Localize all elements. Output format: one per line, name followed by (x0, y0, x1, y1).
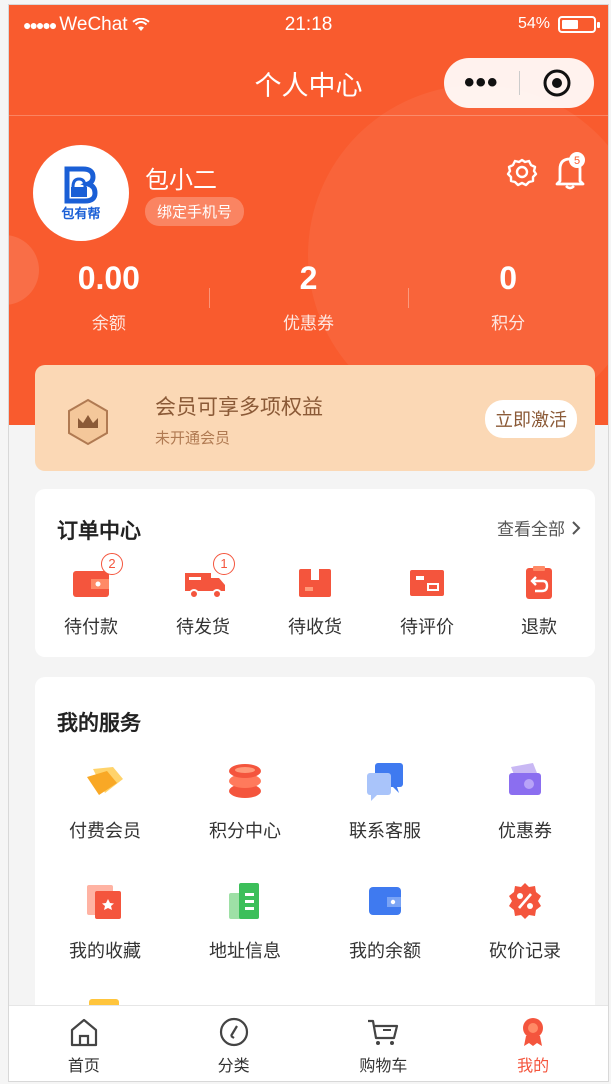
chat-icon (367, 763, 403, 801)
brand-logo-icon (64, 166, 98, 203)
more-button[interactable]: ••• (444, 68, 519, 98)
service-bargain-records[interactable]: 砍价记录 (455, 879, 595, 963)
diamond-icon (87, 767, 123, 795)
membership-title: 会员可享多项权益 (155, 396, 323, 419)
services-title: 我的服务 (57, 712, 141, 735)
refund-icon (526, 566, 552, 599)
service-points-center[interactable]: 积分中心 (175, 759, 315, 843)
stat-value: 2 (299, 260, 318, 296)
order-count-badge: 1 (213, 553, 235, 575)
review-icon (410, 570, 444, 596)
favorite-icon (87, 885, 121, 919)
services-grid: 付费会员 积分中心 联系客服 优惠券 我的收藏 地址信息 我的余额 砍价记录 (35, 759, 595, 963)
service-label: 我的余额 (349, 941, 421, 961)
stat-label: 优惠券 (283, 314, 334, 333)
tab-label: 分类 (217, 1058, 250, 1075)
stat-balance[interactable]: 0.00 余额 (9, 260, 209, 340)
home-icon (70, 1018, 97, 1047)
service-coupons[interactable]: 优惠券 (455, 759, 595, 843)
stat-value: 0 (499, 260, 518, 296)
order-label: 待付款 (64, 617, 118, 637)
see-all-link[interactable]: 查看全部 (497, 515, 581, 540)
mini-program-capsule: ••• (444, 58, 594, 108)
close-button[interactable] (520, 68, 595, 98)
tab-profile[interactable]: 我的 (458, 1006, 608, 1081)
nav-divider (9, 115, 608, 116)
stat-divider (208, 288, 210, 308)
gear-icon (506, 158, 538, 187)
service-label: 我的收藏 (69, 941, 141, 961)
notification-count: 5 (574, 155, 580, 167)
tab-bar: 首页 分类 购物车 我的 (9, 1005, 608, 1081)
service-favorites[interactable]: 我的收藏 (35, 879, 175, 963)
avatar[interactable]: 包有帮 (33, 145, 129, 241)
order-pending-review[interactable]: 待评价 (371, 565, 483, 639)
my-services-card: 我的服务 付费会员 积分中心 联系客服 优惠券 我的收藏 地址信息 我的余额 砍… (35, 677, 595, 1037)
bell-icon: 5 (555, 152, 585, 190)
order-label: 待发货 (176, 617, 230, 637)
cart-icon (368, 1019, 399, 1045)
target-icon (543, 69, 571, 97)
stat-label: 余额 (91, 314, 126, 333)
service-label: 付费会员 (69, 821, 141, 841)
order-label: 待收货 (288, 617, 342, 637)
service-label: 砍价记录 (489, 941, 561, 961)
order-pending-payment[interactable]: 2 待付款 (35, 553, 147, 639)
battery-icon (558, 15, 600, 33)
settings-button[interactable] (505, 155, 539, 194)
order-label: 退款 (521, 617, 557, 637)
username: 包小二 (145, 167, 217, 194)
service-customer-support[interactable]: 联系客服 (315, 759, 455, 843)
tab-label: 我的 (517, 1058, 550, 1075)
tab-category[interactable]: 分类 (159, 1006, 309, 1081)
membership-banner: 会员可享多项权益 未开通会员 立即激活 (35, 365, 595, 471)
stats-row: 0.00 余额 2 优惠券 0 积分 (9, 260, 608, 340)
user-icon (523, 1018, 544, 1046)
see-all-label: 查看全部 (497, 520, 565, 539)
service-label: 联系客服 (349, 821, 421, 841)
membership-subtitle: 未开通会员 (155, 430, 231, 447)
stat-value: 0.00 (77, 260, 140, 296)
address-icon (229, 883, 259, 919)
service-label: 积分中心 (209, 821, 281, 841)
phone-frame: ●●●●● WeChat 21:18 54% 个人中心 ••• 包有帮 包小二 … (8, 4, 609, 1082)
stat-points[interactable]: 0 积分 (408, 260, 608, 340)
crown-badge-icon (63, 397, 113, 452)
chevron-right-icon (572, 520, 581, 535)
package-icon (299, 569, 331, 597)
order-refund[interactable]: 退款 (483, 565, 595, 639)
coins-icon (229, 764, 261, 798)
order-label: 待评价 (400, 617, 454, 637)
notification-button[interactable]: 5 (552, 151, 588, 196)
service-address[interactable]: 地址信息 (175, 879, 315, 963)
stat-divider (408, 288, 410, 308)
stat-coupons[interactable]: 2 优惠券 (208, 260, 409, 340)
service-label: 地址信息 (209, 941, 281, 961)
bind-phone-button[interactable]: 绑定手机号 (145, 197, 245, 226)
tab-cart[interactable]: 购物车 (309, 1006, 459, 1081)
nav-bar: 个人中心 ••• (9, 49, 608, 115)
order-pending-shipment[interactable]: 1 待发货 (147, 553, 259, 639)
profile-header: ●●●●● WeChat 21:18 54% 个人中心 ••• 包有帮 包小二 … (9, 5, 608, 425)
logo-text: 包有帮 (61, 205, 101, 221)
activate-button[interactable]: 立即激活 (485, 400, 577, 438)
order-center-title: 订单中心 (57, 520, 141, 543)
order-pending-receipt[interactable]: 待收货 (259, 565, 371, 639)
battery-percent: 54% (517, 15, 550, 32)
service-balance[interactable]: 我的余额 (315, 879, 455, 963)
tab-home[interactable]: 首页 (9, 1006, 159, 1081)
service-label: 优惠券 (498, 821, 552, 841)
tab-label: 购物车 (359, 1058, 408, 1075)
order-center-card: 订单中心 查看全部 2 待付款 1 待发货 待收货 待评价 退款 (35, 489, 595, 657)
status-bar: ●●●●● WeChat 21:18 54% (9, 5, 608, 45)
order-count-badge: 2 (101, 553, 123, 575)
discount-icon (509, 883, 541, 919)
order-status-row: 2 待付款 1 待发货 待收货 待评价 退款 (35, 553, 595, 639)
category-icon (219, 1017, 248, 1047)
balance-icon (369, 887, 401, 915)
stat-label: 积分 (491, 314, 526, 333)
service-paid-membership[interactable]: 付费会员 (35, 759, 175, 843)
tab-label: 首页 (67, 1058, 100, 1075)
ticket-icon (509, 763, 541, 795)
